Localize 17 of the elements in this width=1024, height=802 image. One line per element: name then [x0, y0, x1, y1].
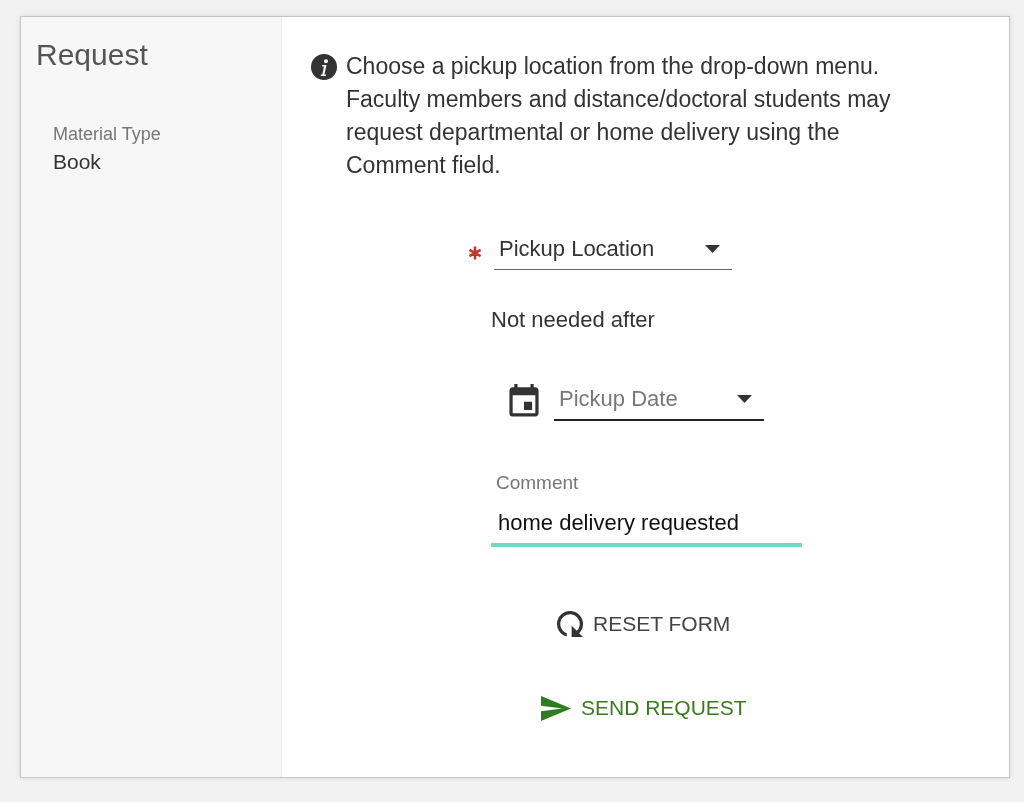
caret-icon — [705, 245, 720, 253]
calendar-icon — [508, 383, 540, 418]
field-label: Material Type — [53, 123, 161, 146]
info-icon — [310, 53, 338, 81]
refresh-icon — [557, 611, 583, 637]
pickup-location-select[interactable]: Pickup Location — [494, 230, 732, 270]
not-needed-after-label: Not needed after — [491, 306, 655, 334]
send-icon — [541, 695, 571, 721]
send-request-button[interactable]: SEND REQUEST — [541, 691, 747, 725]
caret-icon — [737, 395, 752, 403]
comment-label: Comment — [496, 471, 579, 495]
info-text: Choose a pickup location from the drop-down menu. Faculty members and distance/doctoral students may request departmental or home delivery using the Comment field. — [346, 52, 892, 180]
sidebar-title: Request — [36, 37, 149, 73]
comment-field[interactable]: home delivery requested — [491, 505, 802, 547]
reset-form-button[interactable]: RESET FORM — [557, 607, 731, 641]
field-value: Book — [53, 149, 101, 175]
pickup-date-select[interactable]: Pickup Date — [554, 380, 764, 421]
